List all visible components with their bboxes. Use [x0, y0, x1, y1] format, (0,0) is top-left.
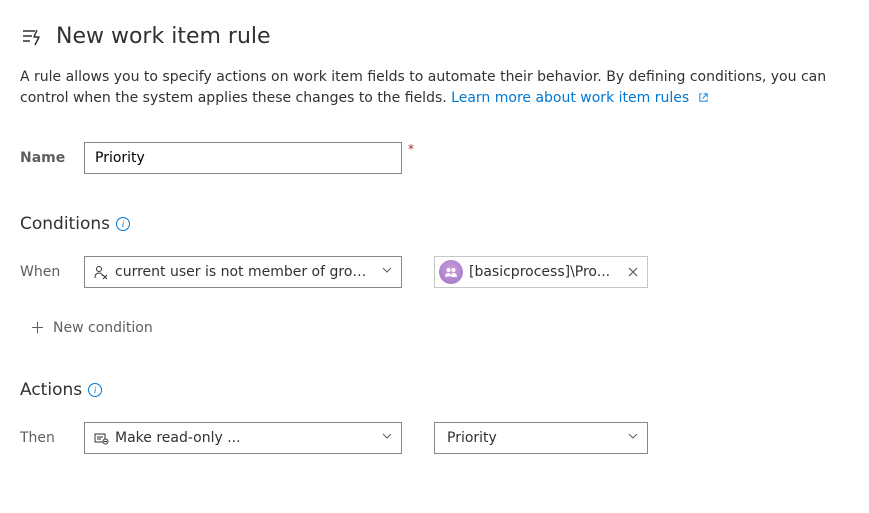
name-label: Name	[20, 150, 84, 166]
rule-icon	[20, 25, 44, 49]
readonly-icon	[93, 430, 109, 446]
page-title: New work item rule	[56, 24, 271, 49]
group-chip: [basicprocess]\Pro...	[434, 256, 648, 288]
action-type-dropdown[interactable]: Make read-only ...	[84, 422, 402, 454]
learn-more-link[interactable]: Learn more about work item rules	[451, 90, 708, 106]
condition-type-text: current user is not member of group ...	[115, 264, 375, 280]
name-input[interactable]	[84, 142, 402, 174]
required-asterisk: *	[408, 142, 414, 156]
conditions-heading: Conditions i	[20, 214, 849, 234]
actions-heading: Actions i	[20, 380, 849, 400]
when-label: When	[20, 264, 84, 280]
user-not-member-icon	[93, 264, 109, 280]
new-condition-label: New condition	[53, 320, 153, 336]
page-header: New work item rule	[20, 24, 849, 49]
new-condition-button[interactable]: ＋ New condition	[26, 316, 157, 340]
info-icon[interactable]: i	[88, 383, 102, 397]
action-field-dropdown[interactable]: Priority	[434, 422, 648, 454]
group-avatar-icon	[439, 260, 463, 284]
condition-type-dropdown[interactable]: current user is not member of group ...	[84, 256, 402, 288]
external-link-icon	[698, 89, 709, 110]
chevron-down-icon	[381, 430, 393, 446]
action-type-text: Make read-only ...	[115, 430, 375, 446]
action-row: Then Make read-only ... Priority	[20, 422, 849, 454]
condition-row: When current user is not member of group…	[20, 256, 849, 288]
close-icon[interactable]	[625, 264, 641, 280]
name-row: Name *	[20, 142, 849, 174]
chevron-down-icon	[381, 264, 393, 280]
page-description: A rule allows you to specify actions on …	[20, 67, 849, 110]
info-icon[interactable]: i	[116, 217, 130, 231]
then-label: Then	[20, 430, 84, 446]
plus-icon: ＋	[30, 321, 45, 336]
chevron-down-icon	[627, 430, 639, 446]
group-chip-text: [basicprocess]\Pro...	[469, 264, 619, 280]
action-field-text: Priority	[443, 430, 621, 446]
